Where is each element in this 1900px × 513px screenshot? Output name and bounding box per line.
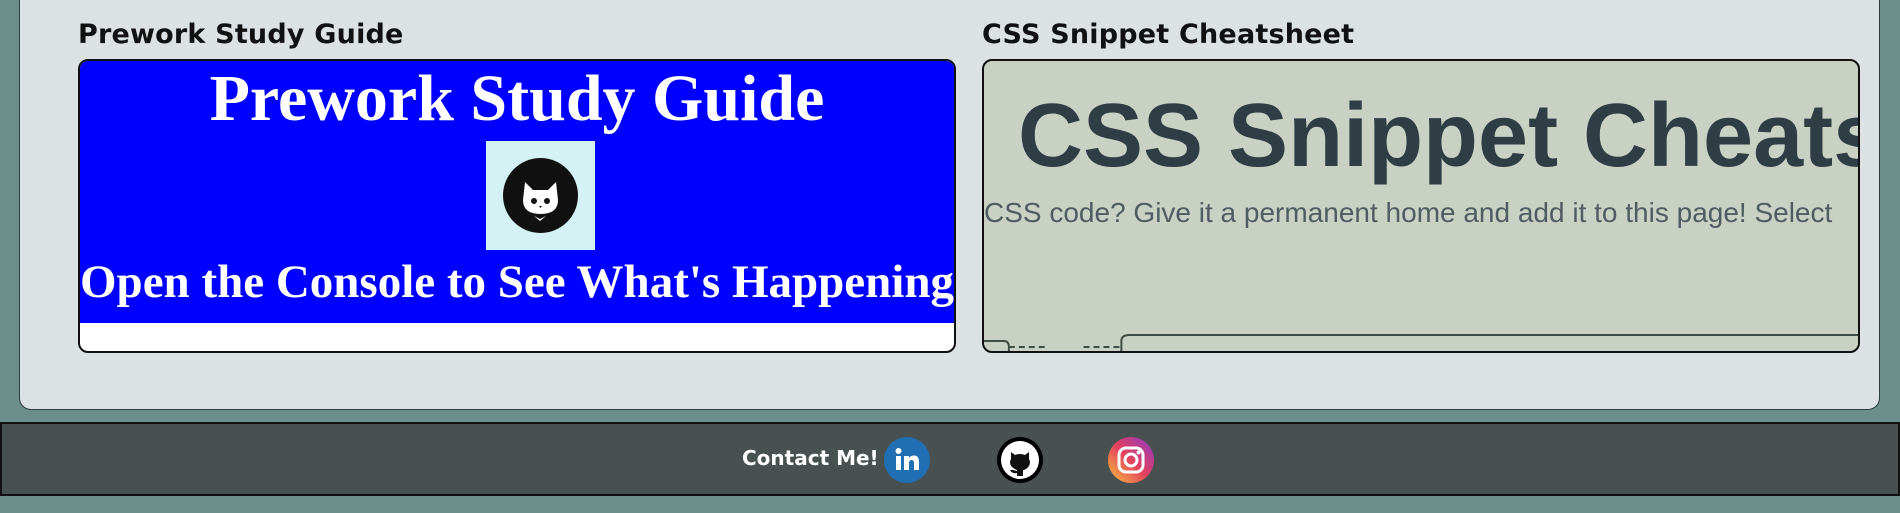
cat-logo: [486, 141, 595, 250]
instagram-icon[interactable]: [1108, 437, 1154, 483]
preview-decoration: [984, 334, 1858, 351]
project-title-prework: Prework Study Guide: [78, 19, 404, 50]
preview-heading: Prework Study Guide: [209, 62, 825, 135]
contact-label: Contact Me!: [742, 446, 879, 470]
project-card-css-snippet[interactable]: CSS Snippet Cheatsheet CSS code? Give it…: [982, 59, 1860, 353]
preview-banner: Prework Study Guide Open the Console to …: [80, 61, 954, 323]
linkedin-icon[interactable]: [884, 437, 930, 483]
preview-subheading: Open the Console to See What's Happening: [80, 256, 954, 308]
preview-subheading: CSS code? Give it a permanent home and a…: [984, 197, 1833, 228]
footer: Contact Me!: [0, 422, 1900, 496]
cat-icon: [503, 158, 578, 233]
projects-panel: Prework Study Guide CSS Snippet Cheatshe…: [19, 0, 1880, 410]
github-icon[interactable]: [997, 437, 1043, 483]
project-title-css-snippet: CSS Snippet Cheatsheet: [982, 19, 1355, 50]
preview-heading: CSS Snippet Cheatsheet: [1018, 86, 1858, 186]
project-card-prework[interactable]: Prework Study Guide Open the Console to …: [78, 59, 956, 353]
